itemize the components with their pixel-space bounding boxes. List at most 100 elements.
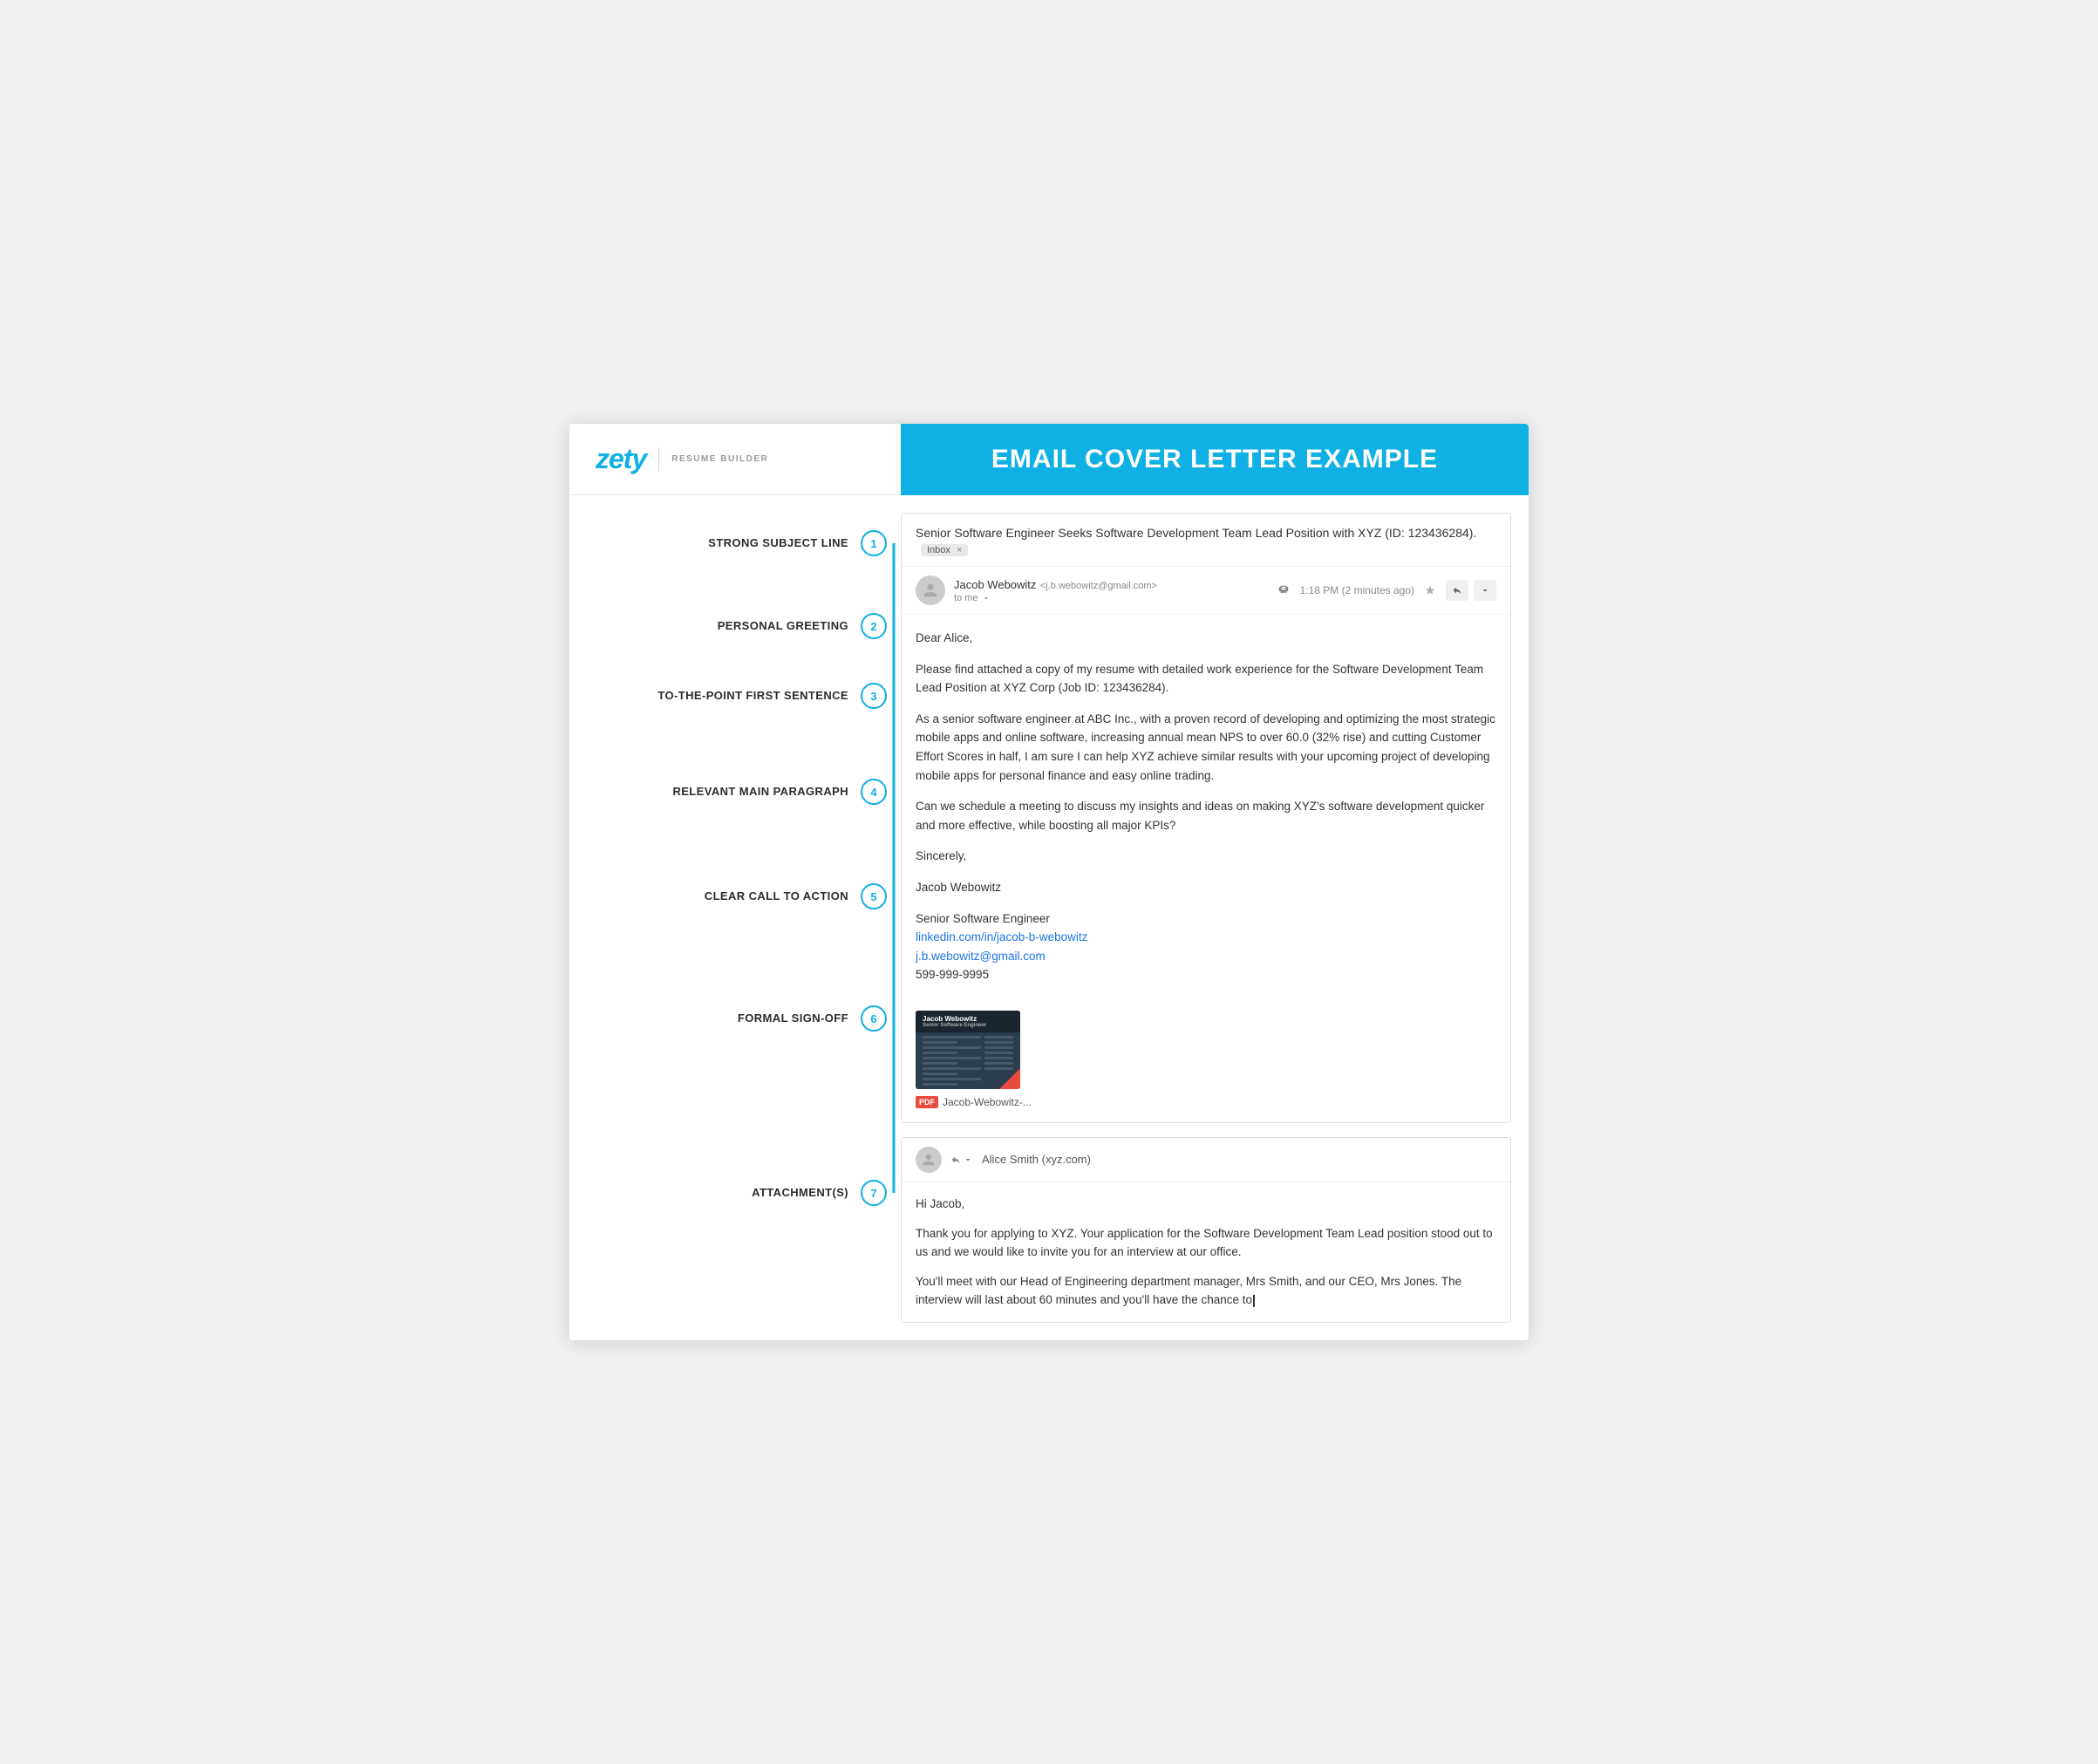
- vline-3: [893, 661, 896, 731]
- sender-info: Jacob Webowitz <j.b.webowitz@gmail.com> …: [954, 577, 1157, 603]
- pdf-filename: Jacob-Webowitz-...: [943, 1096, 1032, 1108]
- sender-email: <j.b.webowitz@gmail.com>: [1040, 581, 1157, 591]
- page-title: EMAIL COVER LETTER EXAMPLE: [991, 445, 1438, 474]
- reply-actions-icon: [950, 1154, 973, 1165]
- line-6: [923, 1062, 957, 1065]
- email-meta: Jacob Webowitz <j.b.webowitz@gmail.com> …: [902, 567, 1510, 615]
- reply-meta: Alice Smith (xyz.com): [902, 1138, 1510, 1182]
- vline-container-5: [887, 853, 901, 940]
- line-1: [923, 1036, 981, 1039]
- header: zety RESUME BUILDER EMAIL COVER LETTER E…: [569, 424, 1529, 495]
- vline-4: [893, 731, 896, 853]
- vline-container-6: [887, 940, 901, 1097]
- sender-name: Jacob Webowitz: [954, 578, 1036, 591]
- annotation-circle-6: 6: [861, 1005, 887, 1032]
- email-meta-right: 1:18 PM (2 minutes ago): [1277, 580, 1496, 601]
- reply-sender: Alice Smith (xyz.com): [982, 1153, 1091, 1166]
- resume-thumb-body: [916, 1032, 1020, 1089]
- vline-6: [893, 940, 896, 1097]
- email-body: Dear Alice, Please find attached a copy …: [902, 615, 1510, 1002]
- line-3: [923, 1046, 981, 1049]
- email-actions: [1446, 580, 1496, 601]
- attachment-area: Jacob Webowitz Senior Software Engineer: [902, 1002, 1510, 1122]
- annotation-label-3: TO-THE-POINT FIRST SENTENCE: [569, 689, 861, 704]
- user-icon: [923, 582, 938, 598]
- subject-text: Senior Software Engineer Seeks Software …: [916, 526, 1476, 540]
- vline-1: [893, 543, 896, 591]
- annotation-4: RELEVANT MAIN PARAGRAPH 4: [569, 731, 901, 853]
- logo-zety: zety: [596, 443, 646, 475]
- phone-number: 599-999-9995: [916, 968, 989, 981]
- resume-thumbnail: Jacob Webowitz Senior Software Engineer: [916, 1011, 1020, 1089]
- more-button[interactable]: [1474, 580, 1496, 601]
- rline-7: [984, 1067, 1013, 1070]
- logo-subtitle: RESUME BUILDER: [671, 454, 768, 464]
- line-2: [923, 1041, 957, 1044]
- vline-container-2: [887, 591, 901, 661]
- email-greeting: Dear Alice,: [916, 629, 1496, 648]
- annotation-1: STRONG SUBJECT LINE 1: [569, 495, 901, 591]
- annotation-circle-2: 2: [861, 613, 887, 639]
- annotation-2: PERSONAL GREETING 2: [569, 591, 901, 661]
- annotation-3: TO-THE-POINT FIRST SENTENCE 3: [569, 661, 901, 731]
- resume-subtitle: Senior Software Engineer: [923, 1023, 1013, 1028]
- reply-section: Alice Smith (xyz.com) Hi Jacob, Thank yo…: [901, 1137, 1511, 1323]
- inbox-badge: Inbox ×: [921, 544, 968, 556]
- rline-5: [984, 1057, 1013, 1059]
- resume-lines-left: [923, 1036, 981, 1088]
- line-4: [923, 1052, 957, 1054]
- email-para-2: As a senior software engineer at ABC Inc…: [916, 710, 1496, 785]
- rline-1: [984, 1036, 1013, 1039]
- resume-attachment: Jacob Webowitz Senior Software Engineer: [916, 1011, 1032, 1108]
- header-title-area: EMAIL COVER LETTER EXAMPLE: [901, 424, 1529, 495]
- linkedin-link[interactable]: linkedin.com/in/jacob-b-webowitz: [916, 930, 1087, 943]
- line-9: [923, 1078, 981, 1080]
- vline-container-1: [887, 495, 901, 591]
- email-address-link[interactable]: j.b.webowitz@gmail.com: [916, 950, 1046, 963]
- annotation-5: CLEAR CALL TO ACTION 5: [569, 853, 901, 940]
- inbox-close-icon[interactable]: ×: [957, 545, 962, 555]
- reply-avatar: [916, 1147, 942, 1173]
- reply-para-2-text: You'll meet with our Head of Engineering…: [916, 1275, 1461, 1307]
- reply-user-icon: [922, 1153, 936, 1167]
- logo-area: zety RESUME BUILDER: [569, 424, 901, 495]
- reply-greeting: Hi Jacob,: [916, 1195, 1496, 1214]
- annotation-6: FORMAL SIGN-OFF 6: [569, 940, 901, 1097]
- email-subject-bar: Senior Software Engineer Seeks Software …: [902, 514, 1510, 567]
- inbox-label-text: Inbox: [927, 545, 950, 555]
- sender-name-line: Jacob Webowitz <j.b.webowitz@gmail.com>: [954, 577, 1157, 593]
- title-line: Senior Software Engineer: [916, 912, 1050, 925]
- line-8: [923, 1073, 957, 1075]
- rline-2: [984, 1041, 1013, 1044]
- email-window: Senior Software Engineer Seeks Software …: [901, 513, 1511, 1123]
- line-5: [923, 1057, 981, 1059]
- to-me-text: to me: [954, 593, 978, 603]
- email-content-area: Senior Software Engineer Seeks Software …: [901, 495, 1529, 1340]
- email-signoff: Sincerely,: [916, 847, 1496, 866]
- reply-para-1: Thank you for applying to XYZ. Your appl…: [916, 1224, 1496, 1262]
- logo-divider: [658, 447, 659, 472]
- annotation-label-2: PERSONAL GREETING: [569, 619, 861, 634]
- resume-name: Jacob Webowitz: [923, 1015, 1013, 1023]
- pdf-file-label: PDF Jacob-Webowitz-...: [916, 1096, 1032, 1108]
- annotation-label-4: RELEVANT MAIN PARAGRAPH: [569, 785, 861, 800]
- rline-3: [984, 1046, 1013, 1049]
- annotation-circle-3: 3: [861, 683, 887, 709]
- rline-4: [984, 1052, 1013, 1054]
- annotation-label-6: FORMAL SIGN-OFF: [569, 1011, 861, 1026]
- annotation-circle-7: 7: [861, 1180, 887, 1206]
- annotation-label-1: STRONG SUBJECT LINE: [569, 536, 861, 551]
- rline-6: [984, 1062, 1013, 1065]
- vline-container-7: [887, 1097, 901, 1289]
- annotation-circle-4: 4: [861, 779, 887, 805]
- vline-5: [893, 853, 896, 940]
- email-timestamp: 1:18 PM (2 minutes ago): [1300, 584, 1414, 596]
- annotation-circle-1: 1: [861, 530, 887, 556]
- vline-container-3: [887, 661, 901, 731]
- email-name: Jacob Webowitz: [916, 878, 1496, 897]
- annotation-7: ATTACHMENT(S) 7: [569, 1097, 901, 1289]
- star-icon: [1425, 585, 1435, 596]
- resume-thumb-header: Jacob Webowitz Senior Software Engineer: [916, 1011, 1020, 1032]
- vline-7: [893, 1097, 896, 1193]
- reply-button[interactable]: [1446, 580, 1468, 601]
